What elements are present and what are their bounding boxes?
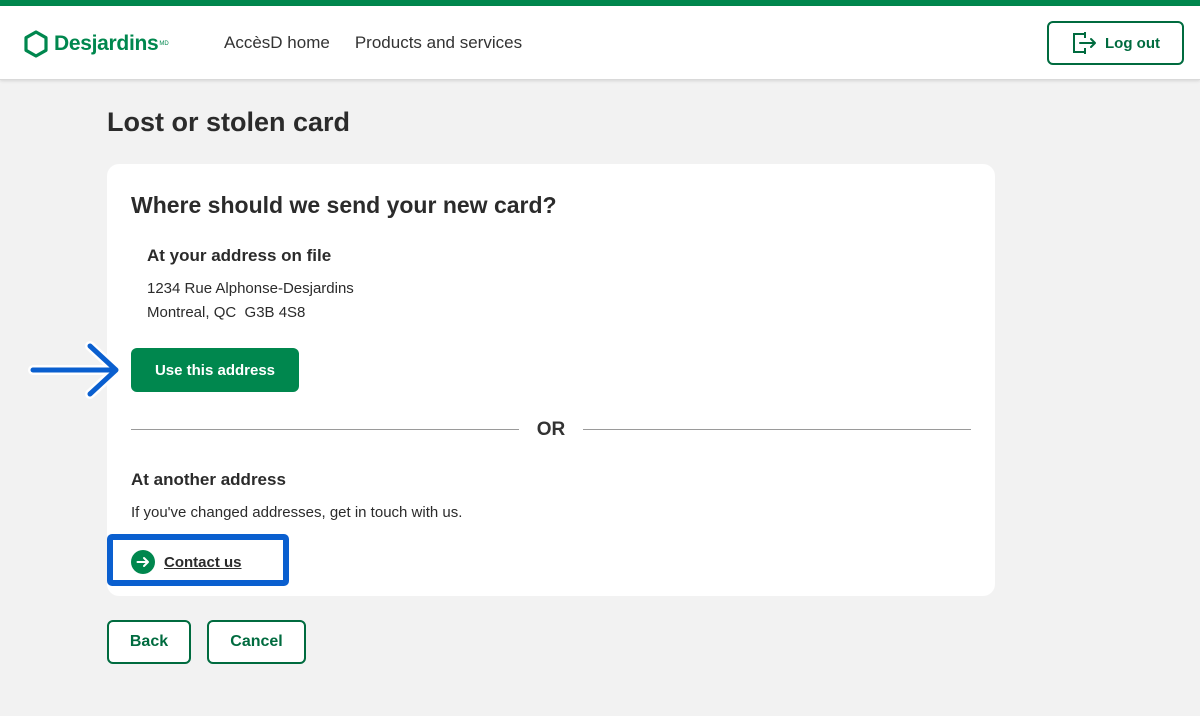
contact-us-label: Contact us — [164, 553, 242, 571]
exit-door-icon — [1073, 32, 1096, 54]
hexagon-logo-icon — [24, 30, 48, 58]
card-title: Where should we send your new card? — [131, 192, 557, 218]
arrow-circle-right-icon — [131, 550, 155, 574]
delivery-card: Where should we send your new card? At y… — [107, 164, 995, 596]
logo-trademark: MD — [159, 41, 169, 47]
address-line-2: Montreal, QC G3B 4S8 — [147, 304, 306, 321]
page-title: Lost or stolen card — [107, 107, 351, 137]
main-nav: AccèsD home Products and services — [224, 33, 547, 53]
or-divider-label: OR — [536, 419, 566, 440]
pointer-arrow-icon — [28, 341, 121, 399]
address-on-file-title: At your address on file — [147, 246, 332, 265]
use-this-address-button[interactable]: Use this address — [131, 348, 299, 392]
divider-right — [583, 429, 971, 430]
back-button[interactable]: Back — [107, 620, 191, 664]
contact-us-link[interactable]: Contact us — [131, 550, 242, 574]
address-line-1: 1234 Rue Alphonse-Desjardins — [147, 280, 354, 297]
logo-text: Desjardins — [54, 32, 159, 55]
contact-us-highlight: Contact us — [107, 534, 289, 586]
nav-item-products-services[interactable]: Products and services — [355, 33, 522, 53]
logout-label: Log out — [1105, 34, 1160, 52]
desjardins-logo[interactable]: Desjardins MD — [24, 30, 169, 58]
nav-item-accesd-home[interactable]: AccèsD home — [224, 33, 330, 53]
divider-left — [131, 429, 519, 430]
other-address-title: At another address — [131, 470, 286, 489]
site-header: Desjardins MD AccèsD home Products and s… — [0, 6, 1200, 80]
logout-button[interactable]: Log out — [1047, 21, 1184, 65]
other-address-description: If you've changed addresses, get in touc… — [131, 504, 463, 521]
cancel-button[interactable]: Cancel — [207, 620, 306, 664]
